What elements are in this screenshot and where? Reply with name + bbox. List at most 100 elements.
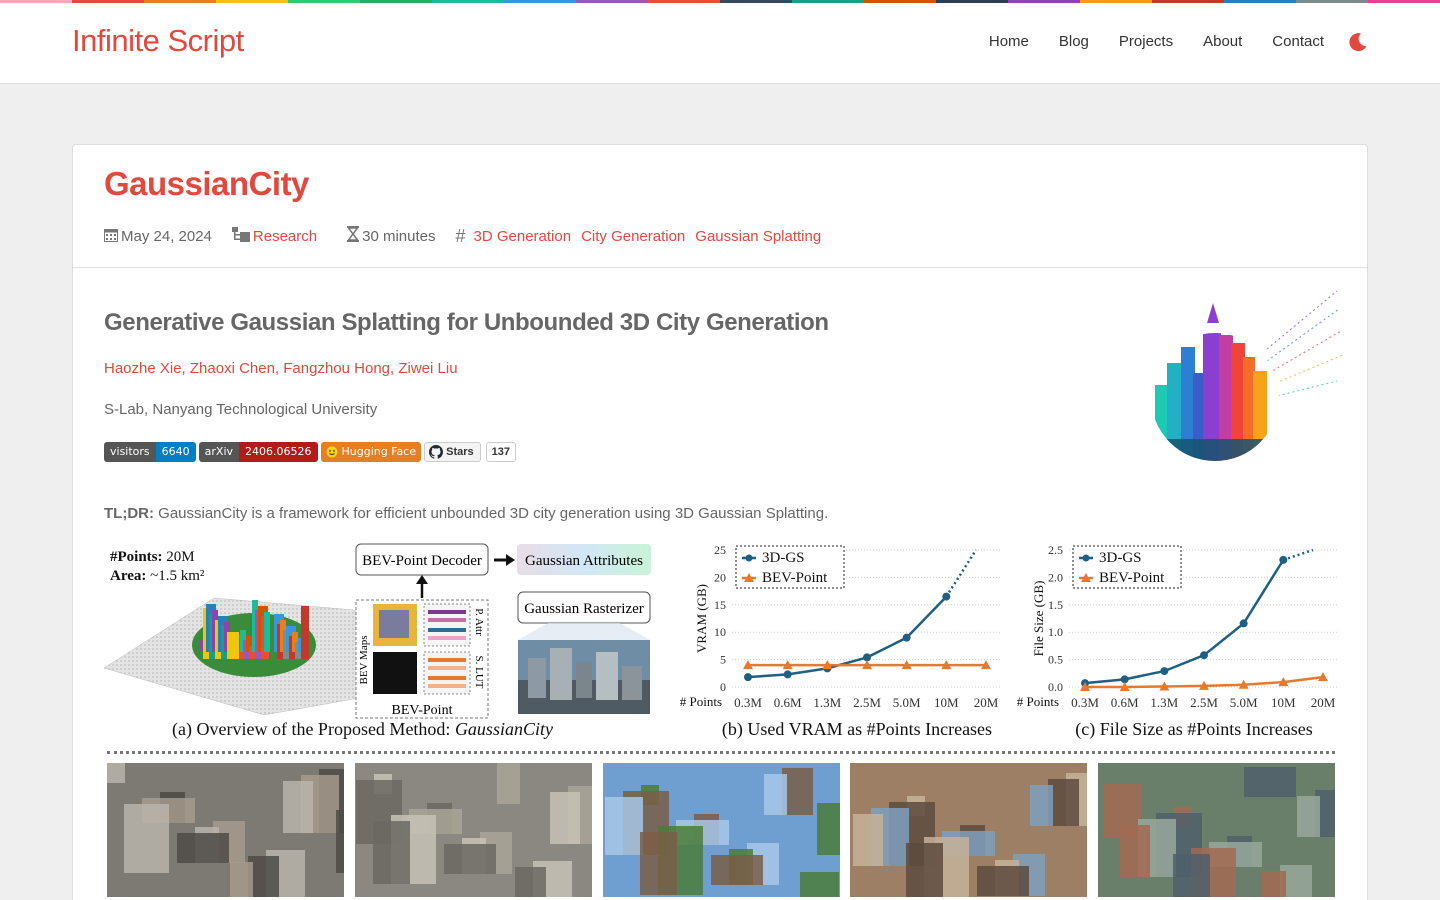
paper-affiliation: S-Lab, Nanyang Technological University xyxy=(104,401,378,418)
tag-gaussian-splatting[interactable]: Gaussian Splatting xyxy=(695,228,821,245)
y-tick-label: 5 xyxy=(720,653,726,667)
moon-icon[interactable] xyxy=(1348,32,1368,52)
nav-menu: Home Blog Projects About Contact xyxy=(959,27,1368,57)
huggingface-badge[interactable]: Hugging Face xyxy=(320,442,422,462)
vram-chart: 0 5 10 15 20 25 0.3M 0.6M 1.3M 2.5M 5.0M 10M 20M # Po… xyxy=(680,543,1002,740)
teaser-figure-svg: #Points: 20M Area: ~1.5 km² BEV Maps P. … xyxy=(103,543,1339,740)
tldr-text: GaussianCity is a framework for efficien… xyxy=(153,505,829,522)
arxiv-badge[interactable]: arXiv 2406.06526 xyxy=(198,442,318,462)
x-tick-label: 2.5M xyxy=(1190,695,1218,710)
rasterizer-box: Gaussian Rasterizer xyxy=(517,591,651,640)
y-tick-label: 1.0 xyxy=(1048,625,1063,639)
x-tick-label: 0.3M xyxy=(734,695,762,710)
data-point xyxy=(783,670,792,679)
svg-text:(a) Overview of the Proposed M: (a) Overview of the Proposed Method: Gau… xyxy=(172,719,553,740)
github-stars-count[interactable]: 137 xyxy=(485,442,516,462)
svg-text:#Points: 20M: #Points: 20M xyxy=(110,549,195,565)
github-stars-button[interactable]: Stars xyxy=(424,442,481,462)
tag-city-generation[interactable]: City Generation xyxy=(581,228,685,245)
y-tick-label: 1.5 xyxy=(1048,598,1063,612)
area-label: Area: xyxy=(110,568,146,584)
y-tick-label: 2.5 xyxy=(1048,543,1063,557)
x-tick-label: 2.5M xyxy=(853,695,881,710)
data-point xyxy=(1239,619,1248,628)
x-tick-label: 0.3M xyxy=(1071,695,1099,710)
post-category[interactable]: Research xyxy=(253,228,317,245)
github-icon xyxy=(429,445,444,459)
x-tick-label: 10M xyxy=(1271,695,1296,710)
render-gallery xyxy=(107,763,1335,897)
nav-about[interactable]: About xyxy=(1203,27,1242,57)
nav-contact[interactable]: Contact xyxy=(1272,27,1324,57)
data-point xyxy=(902,633,911,642)
legend-entry: BEV-Point xyxy=(1099,570,1165,586)
folder-tree-icon xyxy=(231,226,250,246)
x-tick-label: 10M xyxy=(934,695,959,710)
chart-legend: 3D-GS BEV-Point xyxy=(1072,545,1182,589)
points-value: 20M xyxy=(166,549,194,565)
bev-point-label: BEV-Point xyxy=(392,703,453,718)
x-tick-label: 5.0M xyxy=(893,695,921,710)
y-tick-label: 10 xyxy=(714,625,726,639)
legend-entry: BEV-Point xyxy=(762,570,828,586)
y-tick-label: 15 xyxy=(714,598,726,612)
building-block xyxy=(301,606,309,659)
y-tick-label: 20 xyxy=(714,570,726,584)
post-date: May 24, 2024 xyxy=(121,227,212,245)
nav-home[interactable]: Home xyxy=(989,27,1029,57)
points-label: #Points: xyxy=(110,549,163,565)
y-axis-label: VRAM (GB) xyxy=(694,584,709,653)
reading-time: 30 minutes xyxy=(362,227,436,245)
post-meta: May 24, 2024 Research 30 minutes # 3D Ge… xyxy=(104,225,831,247)
nav-blog[interactable]: Blog xyxy=(1059,27,1089,57)
series-extrapolation xyxy=(945,549,978,598)
navbar: Infinite Script Home Blog Projects About… xyxy=(0,3,1440,84)
x-axis-label: # Points xyxy=(680,694,722,709)
x-tick-label: 0.6M xyxy=(1111,695,1139,710)
hugging-face-icon xyxy=(326,446,338,458)
site-brand[interactable]: Infinite Script xyxy=(72,23,244,59)
overview-caption-method: GaussianCity xyxy=(455,719,553,739)
tag-3d-generation[interactable]: 3D Generation xyxy=(474,228,572,245)
legend-entry: 3D-GS xyxy=(1099,550,1142,566)
svg-text:Gaussian Attributes: Gaussian Attributes xyxy=(525,553,643,569)
legend-entry: 3D-GS xyxy=(762,550,805,566)
data-point xyxy=(1160,667,1169,676)
post-card: GaussianCity May 24, 2024 Research 30 mi… xyxy=(72,144,1368,900)
nav-projects[interactable]: Projects xyxy=(1119,27,1173,57)
x-axis-label: # Points xyxy=(1017,694,1059,709)
calendar-icon xyxy=(104,227,118,246)
data-point xyxy=(744,673,752,682)
hashtag-icon: # xyxy=(455,225,466,246)
gaussiancity-logo xyxy=(1147,289,1347,469)
decoder-box: BEV-Point Decoder xyxy=(355,543,515,598)
chart-title: (c) File Size as #Points Increases xyxy=(1075,719,1312,740)
chart-title: (b) Used VRAM as #Points Increases xyxy=(722,719,992,740)
bev-point-box: BEV Maps P. Attr S. LUT BEV-Point xyxy=(355,599,489,719)
x-tick-label: 0.6M xyxy=(774,695,802,710)
teaser-figure: #Points: 20M Area: ~1.5 km² BEV Maps P. … xyxy=(103,540,1339,750)
overview-caption: (a) Overview of the Proposed Method: xyxy=(172,719,455,740)
p-attr-label: P. Attr xyxy=(473,608,485,636)
badge-row: visitors 6640 arXiv 2406.06526 Hugging F… xyxy=(104,442,516,462)
figure-separator xyxy=(107,751,1335,754)
attributes-box: Gaussian Attributes xyxy=(517,544,651,575)
y-tick-label: 0 xyxy=(720,680,726,694)
data-point xyxy=(1279,555,1288,564)
x-tick-label: 5.0M xyxy=(1230,695,1258,710)
x-tick-label: 1.3M xyxy=(1150,695,1178,710)
x-tick-label: 20M xyxy=(1311,695,1336,710)
svg-text:Gaussian Rasterizer: Gaussian Rasterizer xyxy=(524,601,644,617)
tldr-label: TL;DR: xyxy=(104,505,154,522)
visitors-badge[interactable]: visitors 6640 xyxy=(104,442,196,462)
tldr: TL;DR: GaussianCity is a framework for e… xyxy=(104,505,828,522)
svg-text:Area: ~1.5 km²: Area: ~1.5 km² xyxy=(110,568,205,584)
y-tick-label: 2.0 xyxy=(1048,570,1063,584)
hourglass-icon xyxy=(347,226,360,246)
city-render-5 xyxy=(1098,763,1335,897)
x-tick-label: 1.3M xyxy=(813,695,841,710)
paper-authors[interactable]: Haozhe Xie, Zhaoxi Chen, Fangzhou Hong, … xyxy=(104,360,458,377)
render-thumbnail xyxy=(518,640,650,714)
series-extrapolation xyxy=(1282,548,1314,562)
filesize-chart: 0.0 0.5 1.0 1.5 2.0 2.5 0.3M 0.6M 1.3M 2.5M 5.0M 10… xyxy=(1017,543,1339,740)
